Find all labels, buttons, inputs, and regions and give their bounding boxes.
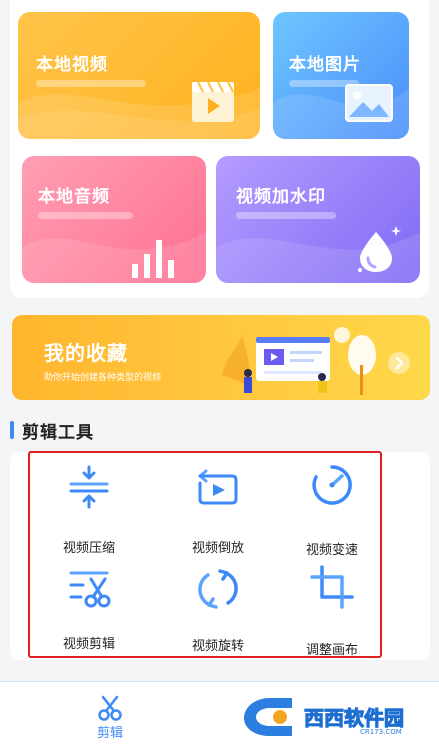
local-video-card[interactable]: 本地视频 xyxy=(18,12,260,139)
water-drop-icon xyxy=(358,226,401,272)
my-favorites-banner[interactable]: 我的收藏 助你开始创建各种类型的视频 xyxy=(12,315,430,400)
section-title: 剪辑工具 xyxy=(22,423,94,443)
watermark-subtext: CR173.COM xyxy=(360,728,402,736)
scissors-icon xyxy=(98,695,122,721)
site-watermark: 西西软件园 CR173.COM xyxy=(240,694,430,742)
nav-tab-edit[interactable]: 剪辑 xyxy=(80,692,140,742)
watermark-logo xyxy=(244,698,292,736)
video-watermark-card[interactable]: 视频加水印 xyxy=(216,156,420,283)
video-clapper-icon xyxy=(192,81,234,122)
chevron-right-icon xyxy=(395,356,404,370)
app-screen: 本地视频 本地图片 本地音频 视频加水印 我的收藏 助你开始创建各种类型的视频 … xyxy=(0,0,439,750)
nav-tab-edit-label: 剪辑 xyxy=(96,726,123,741)
label-underline-bar xyxy=(36,80,146,87)
local-audio-card[interactable]: 本地音频 xyxy=(22,156,206,283)
favorites-illustration xyxy=(222,327,376,395)
video-watermark-label: 视频加水印 xyxy=(236,187,326,207)
section-accent-mark xyxy=(10,421,14,439)
favorites-subtitle: 助你开始创建各种类型的视频 xyxy=(44,373,162,383)
favorites-arrow-button[interactable] xyxy=(388,352,410,374)
local-video-label: 本地视频 xyxy=(36,55,108,75)
image-picture-icon xyxy=(345,84,393,122)
label-underline-bar xyxy=(38,212,133,219)
label-underline-bar xyxy=(236,212,336,219)
local-audio-label: 本地音频 xyxy=(38,187,110,207)
local-image-card[interactable]: 本地图片 xyxy=(273,12,409,139)
local-image-label: 本地图片 xyxy=(289,55,361,75)
audio-bars-icon xyxy=(132,240,174,278)
annotation-highlight-box xyxy=(28,451,382,658)
favorites-title: 我的收藏 xyxy=(44,341,128,365)
watermark-text: 西西软件园 xyxy=(304,706,405,731)
